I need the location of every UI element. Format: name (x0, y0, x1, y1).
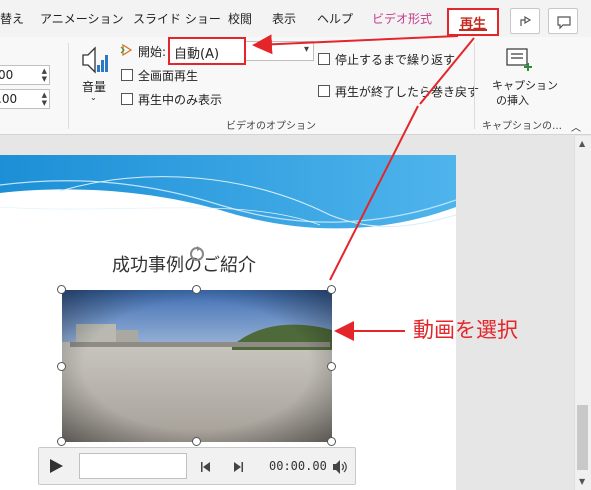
resize-handle[interactable] (192, 285, 201, 294)
group-label-video-options: ビデオのオプション (226, 121, 316, 132)
volume-icon (82, 46, 108, 74)
tab-transitions[interactable]: 替え (0, 10, 24, 27)
tab-animations[interactable]: アニメーション (40, 10, 124, 27)
fade-in-spinner[interactable]: 00 ▲ ▼ (0, 65, 50, 85)
chevron-down-icon: ⌄ (90, 93, 97, 102)
video-object[interactable] (62, 290, 332, 442)
slide-title[interactable]: 成功事例のご紹介 (112, 251, 256, 277)
resize-handle[interactable] (192, 437, 201, 446)
spin-down-icon[interactable]: ▼ (42, 99, 47, 107)
chevron-down-icon: ▾ (303, 44, 309, 55)
loop-label: 停止するまで繰り返す (335, 53, 456, 67)
tab-view[interactable]: 表示 (272, 10, 296, 27)
share-icon (520, 15, 532, 26)
slide-wave-decoration (0, 155, 457, 229)
volume-button[interactable]: 音量 ⌄ (78, 43, 112, 105)
resize-handle[interactable] (327, 285, 336, 294)
volume-icon[interactable] (331, 459, 349, 475)
start-label: 開始: (138, 45, 167, 59)
fullscreen-label: 全画面再生 (138, 69, 199, 83)
captions-label-line2: の挿入 (496, 94, 529, 107)
spin-up-icon[interactable]: ▲ (42, 67, 47, 75)
group-label-captions: キャプションの… (482, 121, 562, 132)
start-trigger-icon (120, 43, 133, 57)
fade-in-value: 00 (0, 68, 14, 82)
collapse-ribbon-icon[interactable]: ︿ (571, 119, 581, 134)
ribbon-tab-bar: 替え アニメーション スライド ショー 校閲 表示 ヘルプ ビデオ形式 再生 (0, 0, 591, 37)
fade-out-spinner[interactable]: .00 ▲ ▼ (0, 89, 50, 109)
loop-checkbox[interactable] (318, 53, 330, 65)
resize-handle[interactable] (327, 362, 336, 371)
scrollbar-thumb[interactable] (577, 405, 588, 470)
rotate-handle-icon[interactable] (188, 245, 206, 263)
fade-out-value: .00 (0, 92, 18, 106)
scroll-down-icon[interactable]: ▼ (579, 477, 585, 486)
media-controls: 00:00.00 (38, 447, 356, 485)
progress-bar[interactable] (79, 453, 187, 479)
rewind-checkbox[interactable] (318, 85, 330, 97)
resize-handle[interactable] (57, 285, 66, 294)
resize-handle[interactable] (327, 437, 336, 446)
share-button[interactable] (510, 8, 540, 34)
captions-label-line1: キャプション (492, 79, 558, 92)
tab-review[interactable]: 校閲 (228, 10, 252, 27)
start-select[interactable]: 自動(A) (168, 37, 246, 65)
comments-button[interactable] (548, 8, 578, 34)
start-select-value: 自動(A) (174, 47, 220, 62)
start-select-dropdown[interactable]: ▾ (246, 41, 314, 61)
captions-icon (506, 48, 532, 71)
tab-help[interactable]: ヘルプ (317, 10, 353, 27)
tab-active-underline (459, 29, 487, 31)
resize-handle[interactable] (57, 362, 66, 371)
group-separator (474, 43, 475, 129)
scroll-up-icon[interactable]: ▲ (579, 139, 585, 148)
tab-video-format[interactable]: ビデオ形式 (372, 10, 432, 27)
comment-icon (557, 16, 571, 30)
spin-down-icon[interactable]: ▼ (42, 75, 47, 83)
hide-while-not-playing-checkbox[interactable] (121, 93, 133, 105)
spin-up-icon[interactable]: ▲ (42, 91, 47, 99)
hide-while-not-playing-label: 再生中のみ表示 (138, 93, 223, 107)
resize-handle[interactable] (57, 437, 66, 446)
tab-playback[interactable]: 再生 (447, 8, 499, 36)
group-separator (68, 43, 69, 129)
annotation-callout: 動画を選択 (413, 318, 518, 342)
tab-slideshow[interactable]: スライド ショー (133, 10, 221, 27)
play-icon[interactable] (47, 457, 65, 475)
insert-captions-button[interactable]: キャプション の挿入 (490, 43, 558, 109)
step-back-icon[interactable] (199, 460, 213, 474)
fullscreen-checkbox[interactable] (121, 69, 133, 81)
video-thumbnail (62, 290, 332, 442)
rewind-label: 再生が終了したら巻き戻す (335, 85, 480, 99)
time-display: 00:00.00 (269, 459, 327, 473)
step-forward-icon[interactable] (231, 460, 245, 474)
